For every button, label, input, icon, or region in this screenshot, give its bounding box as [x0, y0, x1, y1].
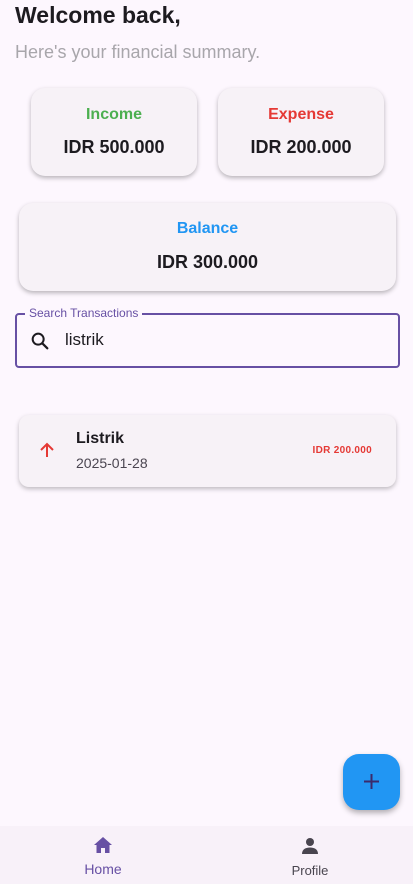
- balance-amount: IDR 300.000: [156, 252, 259, 272]
- page-subtitle: Here's your financial summary.: [15, 42, 261, 62]
- bottom-navigation: Home Profile: [0, 826, 413, 884]
- transaction-amount: IDR 200.000: [312, 445, 372, 456]
- arrow-up-icon: [37, 440, 57, 460]
- balance-card: Balance IDR 300.000: [19, 203, 396, 291]
- nav-label-profile: Profile: [291, 863, 329, 878]
- search-label: Search Transactions: [25, 306, 143, 320]
- add-transaction-button[interactable]: [343, 754, 400, 810]
- transaction-title: Listrik: [76, 430, 125, 447]
- person-icon: [302, 838, 318, 854]
- nav-item-home[interactable]: Home: [0, 826, 206, 884]
- balance-label: Balance: [176, 220, 239, 237]
- expense-amount: IDR 200.000: [250, 137, 352, 157]
- income-amount: IDR 500.000: [63, 137, 165, 157]
- transaction-item[interactable]: Listrik 2025-01-28 IDR 200.000: [19, 415, 396, 487]
- transaction-date: 2025-01-28: [76, 455, 148, 471]
- nav-label-home: Home: [84, 861, 122, 877]
- home-icon: [94, 837, 112, 853]
- page-title: Welcome back,: [15, 2, 181, 28]
- search-icon: [29, 330, 51, 352]
- nav-item-profile[interactable]: Profile: [207, 826, 413, 884]
- income-card: Income IDR 500.000: [31, 88, 197, 176]
- search-input[interactable]: Search Transactions listrik: [15, 306, 400, 368]
- add-icon: [364, 774, 379, 789]
- income-label: Income: [85, 106, 142, 123]
- search-value[interactable]: listrik: [65, 330, 104, 350]
- expense-card: Expense IDR 200.000: [218, 88, 384, 176]
- expense-label: Expense: [268, 106, 334, 123]
